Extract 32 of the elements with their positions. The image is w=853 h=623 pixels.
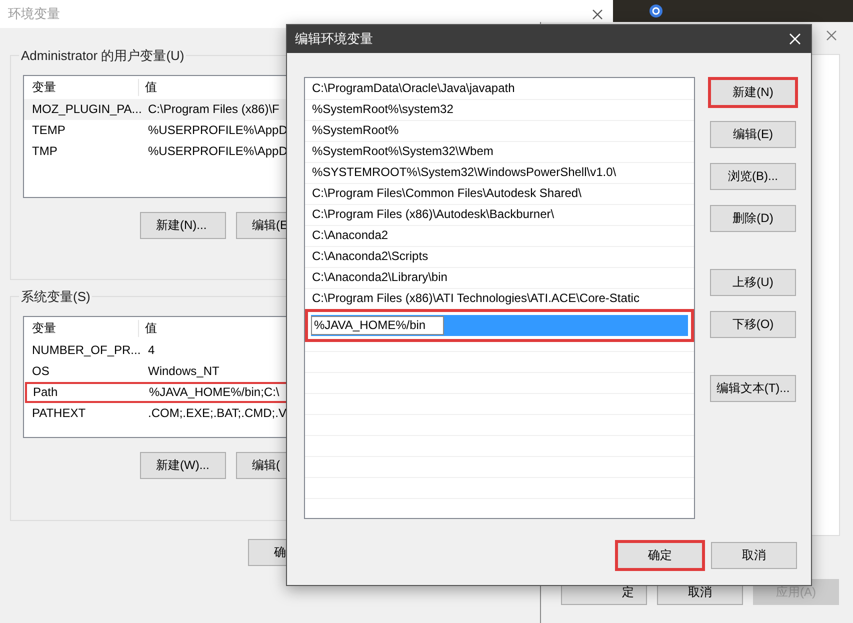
group-button[interactable]: 新建(W)... (140, 452, 226, 479)
column-header[interactable]: 值 (139, 78, 157, 96)
text-field[interactable]: %JAVA_HOME%/bin (311, 316, 444, 334)
list-item[interactable]: C:\Anaconda2\Library\bin (305, 267, 694, 288)
column-header[interactable]: 变量 (24, 78, 139, 96)
list-item[interactable]: C:\Anaconda2\Scripts (305, 246, 694, 267)
dialog-title: 编辑环境变量 (295, 30, 373, 48)
dialog-button[interactable]: 上移(U) (710, 269, 796, 296)
dialog-button[interactable]: 下移(O) (710, 311, 796, 338)
list-item[interactable]: %SYSTEMROOT%\System32\WindowsPowerShell\v1.0\ (305, 162, 694, 183)
list-row[interactable]: Path %JAVA_HOME%/bin;C:\ (25, 382, 424, 403)
dialog-button[interactable]: 新建(N) (710, 79, 796, 106)
dialog-button[interactable]: 浏览(B)... (710, 163, 796, 190)
list-item[interactable]: C:\ProgramData\Oracle\Java\javapath (305, 78, 694, 99)
list-item[interactable]: C:\Program Files (x86)\ATI Technologies\ATI.ACE\Core-Static (305, 288, 694, 309)
dialog-button[interactable]: 确定 (617, 542, 703, 569)
group-label: 系统变量(S) (19, 288, 92, 306)
dialog-button[interactable]: 取消 (711, 542, 797, 569)
group-button[interactable]: 新建(N)... (140, 212, 226, 239)
column-header[interactable]: 变量 (24, 320, 139, 336)
editing-row[interactable]: %JAVA_HOME%/bin (305, 309, 694, 342)
browser-icon[interactable] (649, 4, 663, 18)
list-item[interactable]: C:\Program Files\Common Files\Autodesk Shared\ (305, 183, 694, 204)
dialog-button[interactable]: 编辑文本(T)... (710, 375, 796, 402)
group-label: Administrator 的用户变量(U) (19, 47, 186, 65)
dialog-button[interactable]: 删除(D) (710, 205, 796, 232)
column-header[interactable]: 值 (139, 320, 157, 336)
close-icon[interactable] (592, 8, 603, 20)
list-item[interactable]: %SystemRoot% (305, 120, 694, 141)
list-item[interactable]: %SystemRoot%\System32\Wbem (305, 141, 694, 162)
dialog-button[interactable]: 编辑(E) (710, 121, 796, 148)
window-title: 环境变量 (8, 5, 60, 23)
